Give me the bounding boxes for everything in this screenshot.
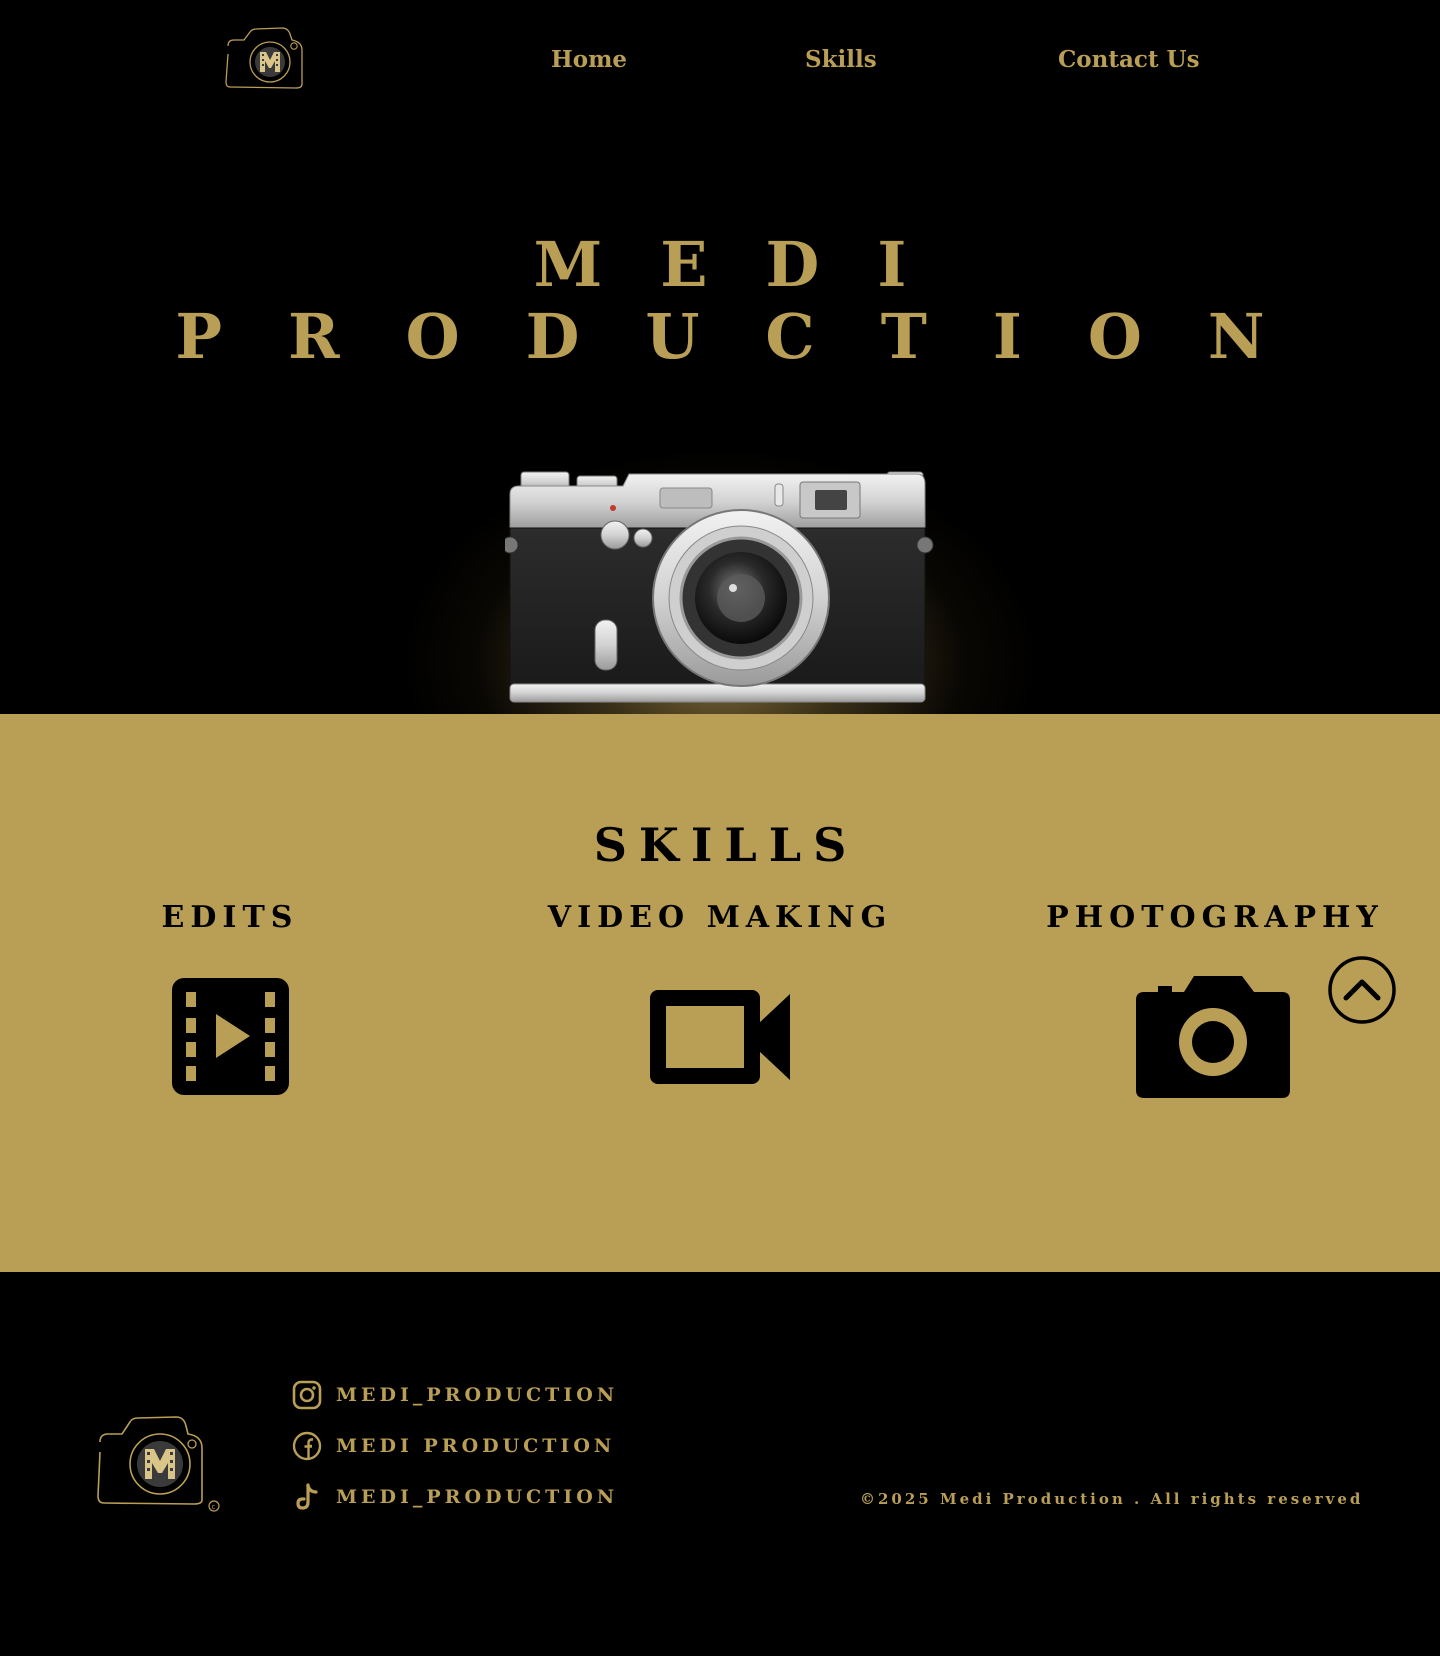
facebook-link[interactable]: MEDI PRODUCTION xyxy=(292,1429,615,1463)
camera-icon xyxy=(1136,976,1290,1098)
svg-text:c: c xyxy=(212,1503,216,1511)
camera-image xyxy=(505,471,934,703)
skill-photography-label: PHOTOGRAPHY xyxy=(1046,900,1384,935)
tiktok-icon xyxy=(296,1483,318,1510)
chevron-up-circle-icon[interactable] xyxy=(1328,956,1396,1024)
skills-section: SKILLS EDITS VIDEO MAKING PHOTOGRAPHY xyxy=(0,714,1440,1272)
instagram-link[interactable]: MEDI_PRODUCTION xyxy=(292,1378,618,1412)
site-header: Home Skills Contact Us xyxy=(0,0,1440,130)
instagram-label: MEDI_PRODUCTION xyxy=(336,1384,619,1406)
nav-skills-link[interactable]: Skills xyxy=(805,46,877,73)
nav-contact-link[interactable]: Contact Us xyxy=(1058,46,1200,73)
skill-video-making-label: VIDEO MAKING xyxy=(547,900,893,935)
video-camera-icon xyxy=(650,990,790,1084)
tiktok-link[interactable]: MEDI_PRODUCTION xyxy=(292,1480,618,1514)
facebook-icon xyxy=(292,1431,322,1461)
hero-section: MEDI PRODUCTION xyxy=(0,130,1440,714)
tiktok-label: MEDI_PRODUCTION xyxy=(336,1486,619,1508)
film-play-icon xyxy=(172,978,289,1095)
hero-title-line1: MEDI xyxy=(533,228,965,301)
skills-title: SKILLS xyxy=(593,818,859,872)
site-footer: c MEDI_PRODUCTION MEDI PRODUCTION MEDI_P… xyxy=(0,1272,1440,1656)
hero-title-line2: PRODUCTION xyxy=(175,300,1331,373)
copyright-text: ©2025 Medi Production . All rights reser… xyxy=(860,1490,1364,1508)
camera-logo-icon[interactable] xyxy=(222,24,308,90)
camera-logo-icon: c xyxy=(97,1416,220,1512)
nav-home-link[interactable]: Home xyxy=(551,46,627,73)
facebook-label: MEDI PRODUCTION xyxy=(336,1435,616,1457)
instagram-icon xyxy=(292,1380,322,1410)
skill-edits-label: EDITS xyxy=(161,900,299,935)
